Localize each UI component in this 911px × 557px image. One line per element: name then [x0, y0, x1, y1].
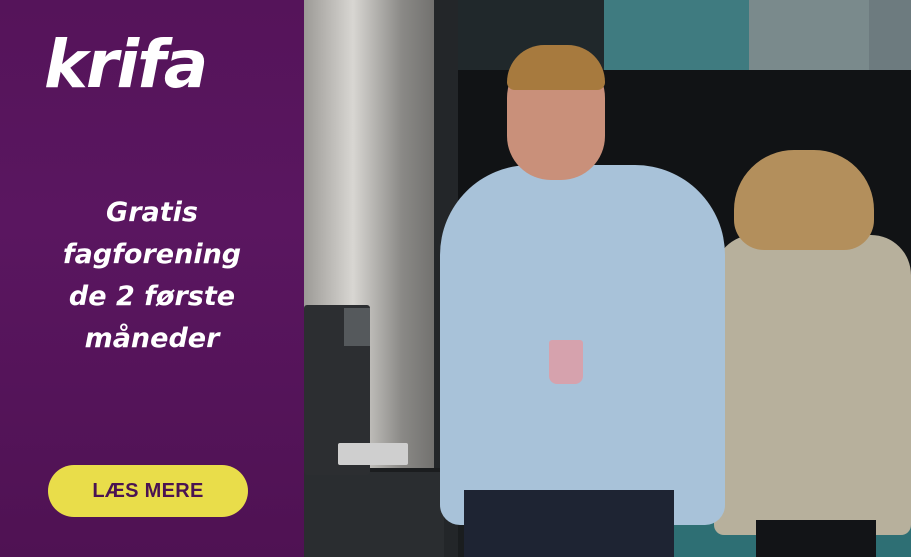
- headline-line-1: Gratis: [106, 197, 198, 228]
- coffee-machine-screen: [344, 308, 370, 346]
- ad-panel: krifa Gratis fagforening de 2 første mån…: [0, 0, 304, 557]
- headline-line-3: de 2 første: [68, 281, 236, 312]
- counter: [304, 472, 444, 557]
- coffee-mug: [549, 340, 583, 384]
- wall-tile: [749, 0, 869, 80]
- drip-tray: [338, 443, 408, 465]
- headline: Gratis fagforening de 2 første måneder: [20, 192, 284, 360]
- woman-legs: [756, 520, 876, 557]
- headline-line-2: fagforening: [62, 239, 242, 270]
- wall-tile: [869, 0, 911, 78]
- woman-coat: [714, 235, 911, 535]
- krifa-logo[interactable]: krifa: [44, 30, 244, 100]
- man-pants: [464, 490, 674, 557]
- headline-line-4: måneder: [84, 323, 220, 354]
- man-hair: [507, 45, 605, 90]
- read-more-button[interactable]: LÆS MERE: [48, 465, 248, 517]
- woman-hair: [734, 150, 874, 250]
- video-scene[interactable]: [304, 0, 911, 557]
